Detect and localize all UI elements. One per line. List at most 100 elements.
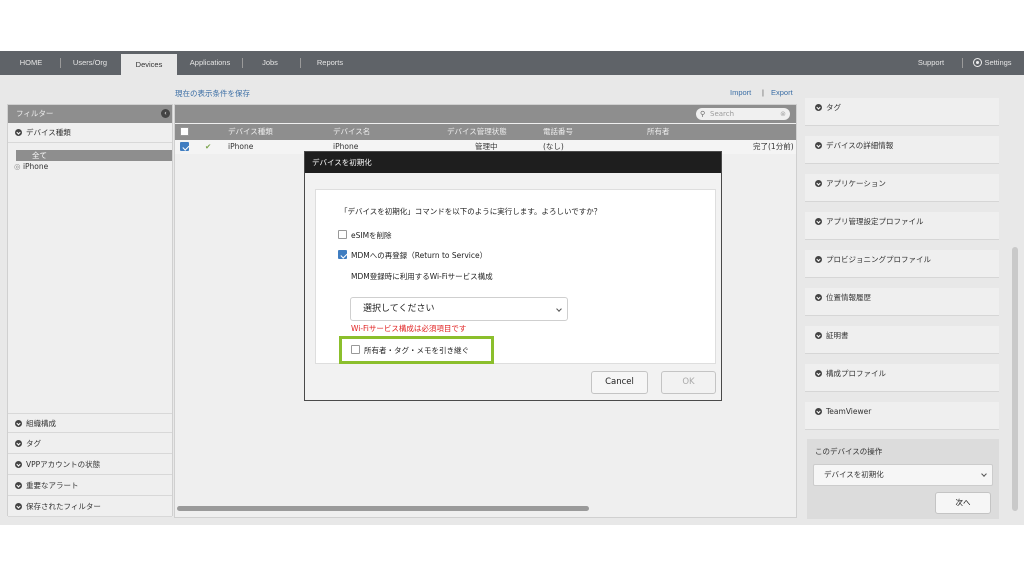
chevron-down-icon [15,129,22,136]
search-input[interactable]: ⚲ Search ⊗ [696,108,790,120]
device-operations: このデバイスの操作 デバイスを初期化 次へ [807,439,999,519]
section-provisioning[interactable]: プロビジョニングプロファイル [805,250,999,278]
inherit-label: 所有者・タグ・メモを引き継ぐ [364,346,469,355]
chevron-down-icon [15,440,22,447]
section-label: 証明書 [826,331,849,340]
section-applications[interactable]: アプリケーション [805,174,999,202]
col-owner[interactable]: 所有者 [647,124,670,140]
chevron-down-icon [981,471,987,477]
esim-checkbox[interactable] [338,230,347,239]
chevron-down-icon [815,142,822,149]
wifi-config-select[interactable]: 選択してください [350,297,568,321]
tab-applications[interactable]: Applications [182,51,238,75]
support-link[interactable]: Support [908,51,954,75]
section-label: 位置情報履歴 [826,293,871,302]
ops-title: このデバイスの操作 [815,447,883,456]
export-link[interactable]: Export [771,88,793,97]
chevron-down-icon [15,503,22,510]
section-location[interactable]: 位置情報履歴 [805,288,999,316]
chevron-down-icon [815,218,822,225]
link-separator: | [762,88,764,97]
section-config-profile[interactable]: 構成プロファイル [805,364,999,392]
clear-icon[interactable]: ⊗ [780,108,786,120]
filter-section-label: 重要なアラート [26,481,79,490]
wifi-label: MDM登録時に利用するWi-Fiサービス構成 [351,272,493,281]
dialog-title: デバイスを初期化 [305,152,721,173]
app-window: HOME Users/Org Devices Applications Jobs… [0,51,1024,525]
chevron-down-icon [815,370,822,377]
section-tag[interactable]: タグ [805,98,999,126]
chevron-down-icon [15,461,22,468]
settings-link[interactable]: Settings [968,51,1018,75]
chevron-down-icon [815,408,822,415]
search-placeholder: Search [710,110,735,118]
cell-device-type: iPhone [228,142,254,151]
tab-jobs[interactable]: Jobs [250,51,290,75]
ops-select-value: デバイスを初期化 [824,470,884,479]
filter-device-type[interactable]: デバイス種類 [8,123,172,143]
table-toolbar: ⚲ Search ⊗ [175,105,796,123]
cell-status: 完了(1分前) [753,142,794,151]
inherit-checkbox[interactable] [351,345,360,354]
horizontal-scrollbar[interactable] [177,506,589,511]
collapse-icon[interactable]: ‹ [161,109,170,118]
chevron-down-icon [815,294,822,301]
ops-select[interactable]: デバイスを初期化 [813,464,993,486]
tab-home[interactable]: HOME [8,51,54,75]
filter-section-label: 組織構成 [26,419,56,428]
chevron-down-icon [556,306,562,312]
tab-users-org[interactable]: Users/Org [64,51,116,75]
chevron-down-icon [815,180,822,187]
col-phone[interactable]: 電話番号 [543,124,573,140]
next-button[interactable]: 次へ [935,492,991,514]
filter-section-vpp[interactable]: VPPアカウントの状態 [8,455,172,475]
section-teamviewer[interactable]: TeamViewer [805,402,999,430]
col-device-state[interactable]: デバイス管理状態 [447,124,507,140]
tab-reports[interactable]: Reports [306,51,354,75]
section-label: アプリ管理設定プロファイル [826,217,924,226]
filter-panel: フィルター ‹ デバイス種類 全て ◎ iPhone 組織構成 タグ VPPアカ… [7,104,173,517]
gear-icon [973,58,983,67]
row-checkbox[interactable] [180,142,189,151]
filter-header: フィルター ‹ [8,105,172,123]
chevron-down-icon [815,256,822,263]
section-label: タグ [826,103,841,112]
filter-section-saved[interactable]: 保存されたフィルター [8,497,172,517]
section-app-config[interactable]: アプリ管理設定プロファイル [805,212,999,240]
filter-section-org[interactable]: 組織構成 [8,413,172,433]
filter-section-alert[interactable]: 重要なアラート [8,476,172,496]
col-device-type[interactable]: デバイス種類 [228,124,273,140]
dialog-content: 「デバイスを初期化」コマンドを以下のように実行します。よろしいですか？ eSIM… [315,189,716,364]
table-header: デバイス種類 デバイス名 デバイス管理状態 電話番号 所有者 [175,124,796,140]
detail-panel: タグ デバイスの詳細情報 アプリケーション アプリ管理設定プロファイル プロビジ… [805,98,1001,525]
wifi-config-value: 選択してください [363,304,435,314]
ok-button[interactable]: OK [661,371,716,394]
chevron-down-icon [15,482,22,489]
section-label: プロビジョニングプロファイル [826,255,931,264]
vertical-scrollbar[interactable] [1012,247,1018,511]
chevron-down-icon [815,332,822,339]
filter-section-tag[interactable]: タグ [8,434,172,454]
dialog-prompt: 「デバイスを初期化」コマンドを以下のように実行します。よろしいですか？ [340,207,602,216]
section-label: デバイスの詳細情報 [826,141,894,150]
tab-devices[interactable]: Devices [121,54,177,75]
filter-item-iphone[interactable]: ◎ iPhone [14,162,48,171]
tab-separator [300,58,301,68]
section-certificates[interactable]: 証明書 [805,326,999,354]
search-icon: ⚲ [700,110,706,118]
cancel-button[interactable]: Cancel [591,371,648,394]
mdm-reenroll-checkbox[interactable] [338,250,347,259]
chevron-down-icon [15,420,22,427]
section-label: アプリケーション [826,179,886,188]
save-filter-link[interactable]: 現在の表示条件を保存 [175,88,250,99]
tab-separator [242,58,243,68]
top-nav: HOME Users/Org Devices Applications Jobs… [0,51,1024,75]
radio-icon: ◎ [14,162,21,171]
select-all-checkbox[interactable] [180,127,189,136]
filter-title: フィルター [16,109,54,118]
section-label: 構成プロファイル [826,369,886,378]
col-device-name[interactable]: デバイス名 [333,124,370,140]
import-link[interactable]: Import [730,88,751,97]
filter-item-all[interactable]: 全て [16,150,172,161]
section-device-detail[interactable]: デバイスの詳細情報 [805,136,999,164]
